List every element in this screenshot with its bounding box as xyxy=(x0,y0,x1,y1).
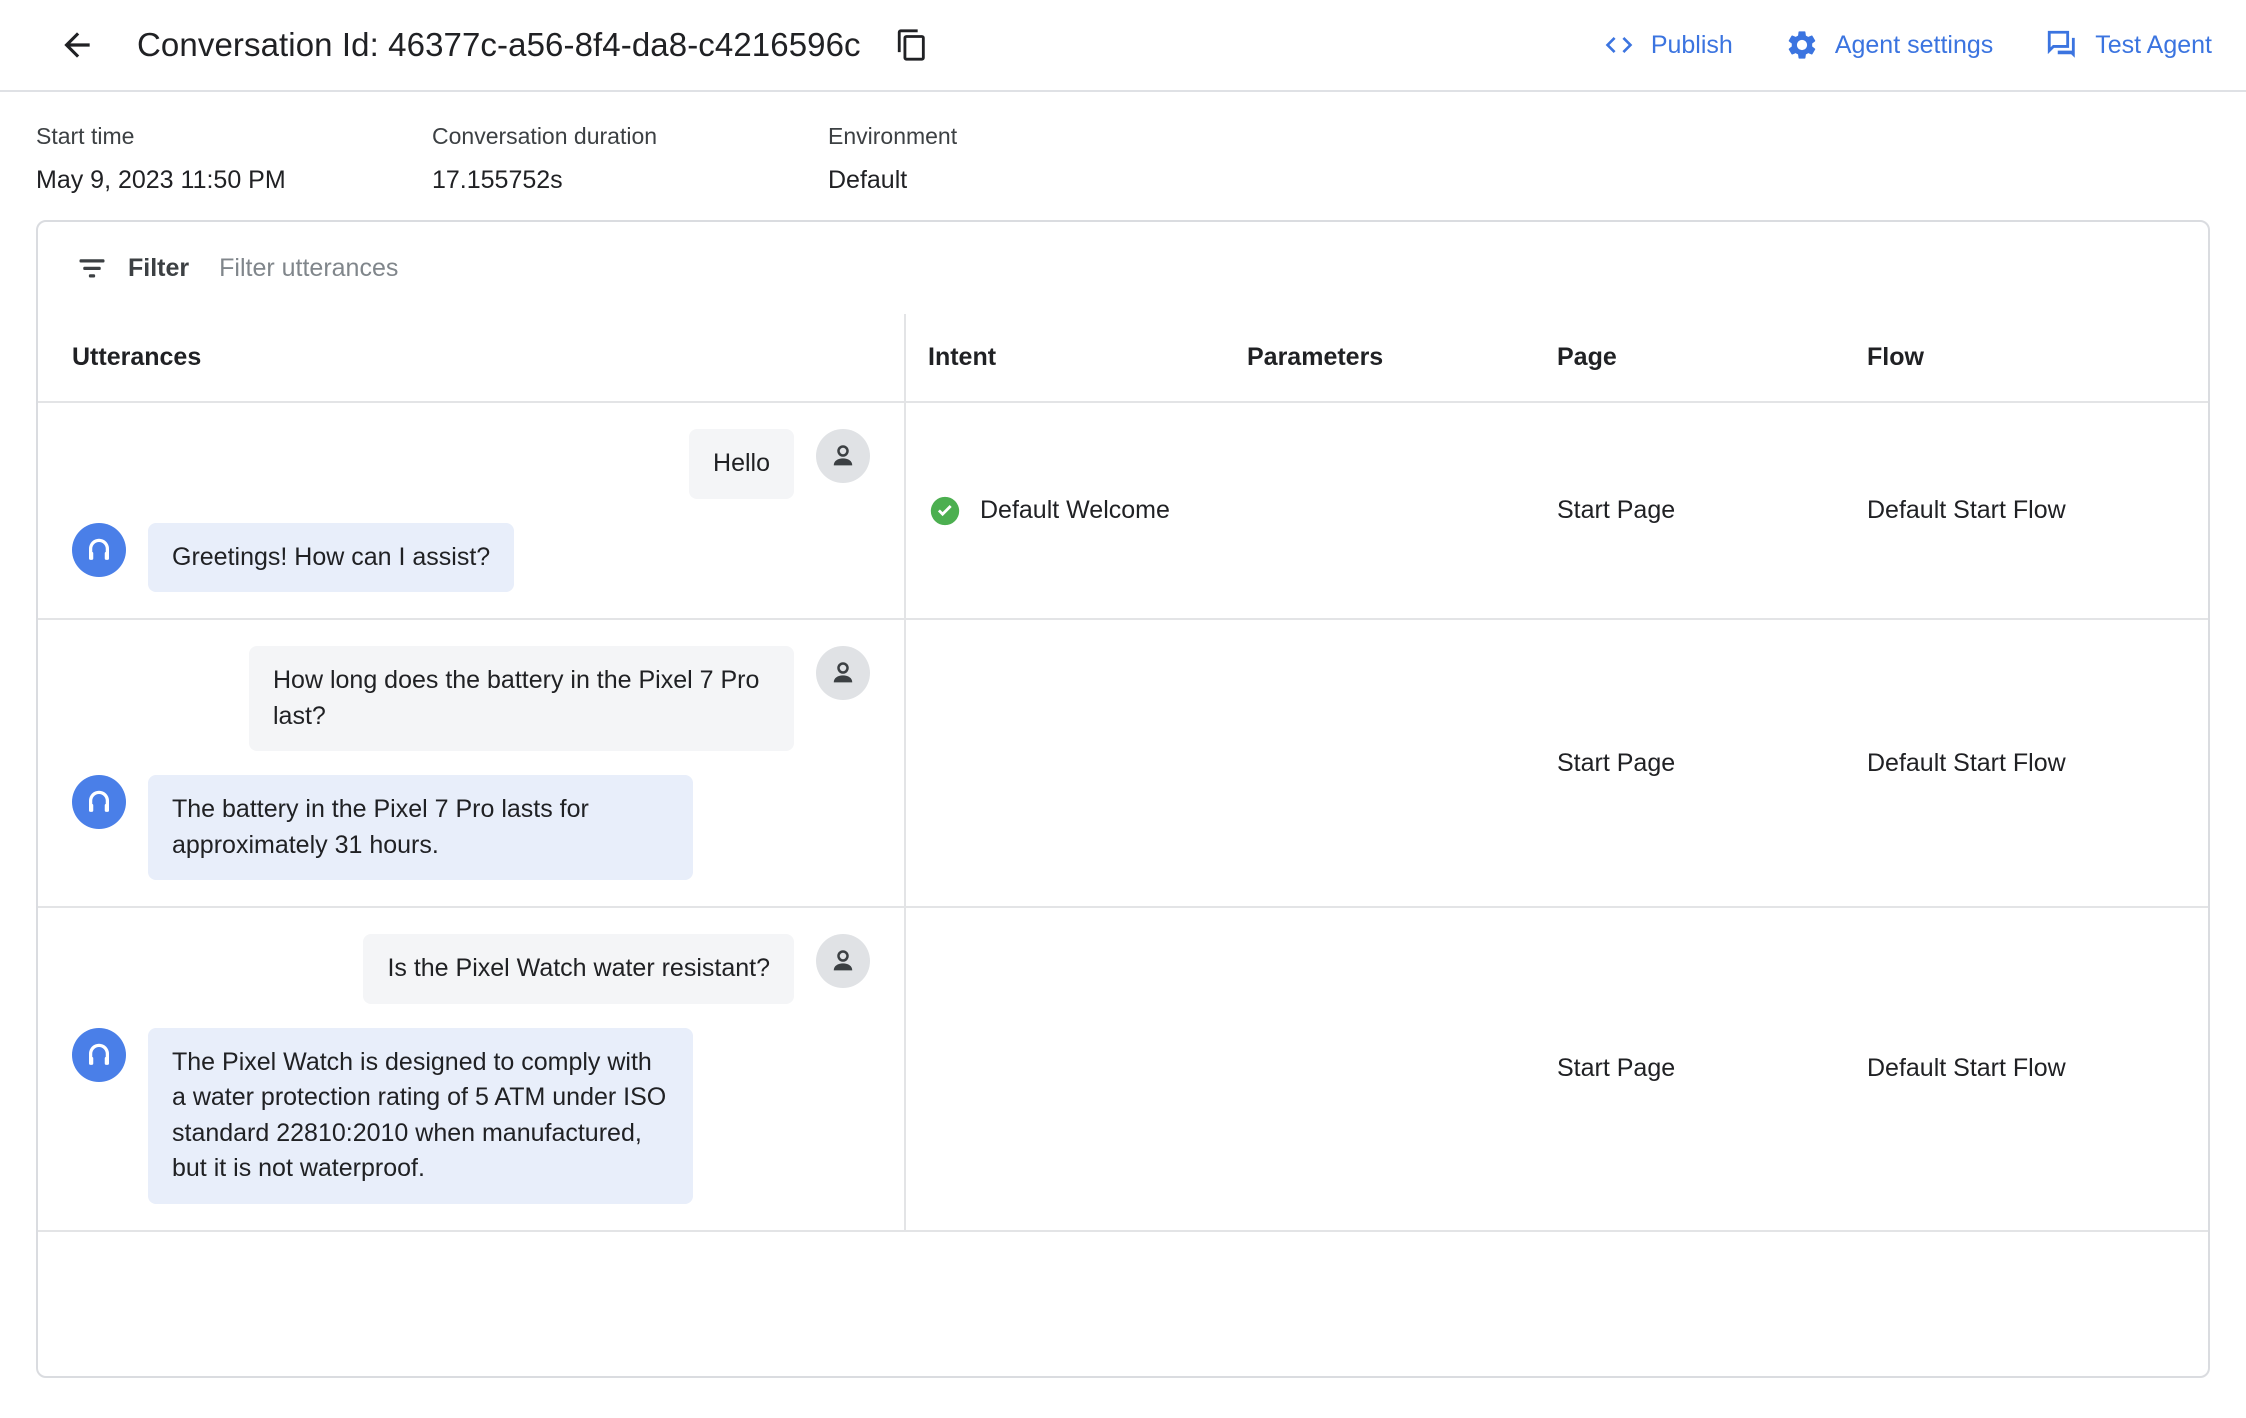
agent-message-bubble: Greetings! How can I assist? xyxy=(148,522,515,592)
meta-value: May 9, 2023 11:50 PM xyxy=(36,165,286,194)
page-cell: Start Page xyxy=(1535,402,1845,620)
user-turn: How long does the battery in the Pixel 7… xyxy=(72,646,870,751)
agent-turn: The battery in the Pixel 7 Pro lasts for… xyxy=(72,775,870,880)
user-message-bubble: Is the Pixel Watch water resistant? xyxy=(363,934,794,1004)
column-header-flow[interactable]: Flow xyxy=(1845,314,2208,403)
chat-bubbles-icon xyxy=(2045,28,2079,62)
utterances-cell: How long does the battery in the Pixel 7… xyxy=(38,619,906,908)
publish-button[interactable]: Publish xyxy=(1603,29,1733,61)
meta-label: Environment xyxy=(828,123,958,149)
meta-label: Start time xyxy=(36,123,135,149)
agent-message-bubble: The battery in the Pixel 7 Pro lasts for… xyxy=(148,775,693,880)
page-title: Conversation Id: 46377c-a56-8f4-da8-c421… xyxy=(137,26,861,63)
meta-environment: Environment Default xyxy=(828,122,957,202)
column-header-page[interactable]: Page xyxy=(1535,314,1845,403)
agent-settings-button[interactable]: Agent settings xyxy=(1785,28,1993,62)
agent-turn: Greetings! How can I assist? xyxy=(72,522,870,592)
utterances-card: Filter Utterances Intent Parameters Page… xyxy=(36,220,2210,1378)
gear-icon xyxy=(1785,28,1819,62)
headset-icon xyxy=(89,790,109,812)
table-body: Hello Greetings! How can I assist? Defau… xyxy=(38,402,2208,1232)
page-cell: Start Page xyxy=(1535,619,1845,908)
agent-turn: The Pixel Watch is designed to comply wi… xyxy=(72,1027,870,1204)
arrow-left-icon xyxy=(64,32,90,58)
parameters-cell xyxy=(1225,907,1535,1232)
conversation-metadata: Start time May 9, 2023 11:50 PM Conversa… xyxy=(0,92,2246,202)
meta-label: Conversation duration xyxy=(432,123,658,149)
copy-icon xyxy=(897,29,925,61)
publish-label: Publish xyxy=(1650,30,1733,59)
user-turn: Hello xyxy=(72,429,870,499)
table-header-row: Utterances Intent Parameters Page Flow xyxy=(38,314,2208,403)
user-avatar xyxy=(816,934,870,988)
table-row[interactable]: How long does the battery in the Pixel 7… xyxy=(38,619,2208,908)
table-header: Utterances Intent Parameters Page Flow xyxy=(38,314,2208,403)
agent-avatar xyxy=(72,522,126,577)
code-brackets-icon xyxy=(1603,29,1635,61)
test-agent-button[interactable]: Test Agent xyxy=(2045,28,2212,62)
utterances-table: Utterances Intent Parameters Page Flow H… xyxy=(38,314,2208,1232)
meta-value: 17.155752s xyxy=(432,165,563,194)
column-header-intent[interactable]: Intent xyxy=(905,314,1225,403)
copy-id-button[interactable] xyxy=(889,22,935,68)
agent-settings-label: Agent settings xyxy=(1834,30,1994,59)
column-header-parameters[interactable]: Parameters xyxy=(1225,314,1535,403)
meta-conversation-duration: Conversation duration 17.155752s xyxy=(432,122,828,202)
headset-icon xyxy=(89,538,109,560)
intent-cell: Default Welcome xyxy=(905,402,1225,620)
filter-icon[interactable] xyxy=(72,248,112,288)
user-turn: Is the Pixel Watch water resistant? xyxy=(72,934,870,1004)
agent-message-bubble: The Pixel Watch is designed to comply wi… xyxy=(148,1027,693,1204)
filter-bar: Filter xyxy=(38,222,2208,314)
intent-matched-check-icon xyxy=(928,494,962,528)
intent-cell xyxy=(905,907,1225,1232)
flow-cell: Default Start Flow xyxy=(1845,402,2208,620)
headset-icon xyxy=(89,1043,109,1065)
page-cell: Start Page xyxy=(1535,907,1845,1232)
person-icon xyxy=(833,662,853,683)
filter-utterances-input[interactable] xyxy=(219,248,820,288)
table-row[interactable]: Hello Greetings! How can I assist? Defau… xyxy=(38,402,2208,620)
top-app-bar: Conversation Id: 46377c-a56-8f4-da8-c421… xyxy=(0,0,2246,92)
meta-value: Default xyxy=(828,165,908,194)
user-avatar xyxy=(816,429,870,483)
person-icon xyxy=(833,950,853,971)
utterances-cell: Hello Greetings! How can I assist? xyxy=(38,402,906,620)
top-bar-actions: Publish Agent settings Test Agent xyxy=(1603,28,2212,62)
intent-name: Default Welcome xyxy=(980,496,1170,524)
meta-start-time: Start time May 9, 2023 11:50 PM xyxy=(36,122,432,202)
person-icon xyxy=(833,445,853,466)
flow-cell: Default Start Flow xyxy=(1845,907,2208,1232)
user-avatar xyxy=(816,646,870,700)
intent-cell xyxy=(905,619,1225,908)
parameters-cell xyxy=(1225,402,1535,620)
test-agent-label: Test Agent xyxy=(2095,30,2212,59)
parameters-cell xyxy=(1225,619,1535,908)
flow-cell: Default Start Flow xyxy=(1845,619,2208,908)
column-header-utterances[interactable]: Utterances xyxy=(38,314,906,403)
user-message-bubble: Hello xyxy=(689,429,794,499)
utterances-cell: Is the Pixel Watch water resistant? The … xyxy=(38,907,906,1232)
user-message-bubble: How long does the battery in the Pixel 7… xyxy=(249,646,794,751)
back-button[interactable] xyxy=(50,18,104,72)
agent-avatar xyxy=(72,775,126,829)
table-row[interactable]: Is the Pixel Watch water resistant? The … xyxy=(38,907,2208,1232)
filter-label: Filter xyxy=(128,253,190,282)
agent-avatar xyxy=(72,1027,126,1082)
